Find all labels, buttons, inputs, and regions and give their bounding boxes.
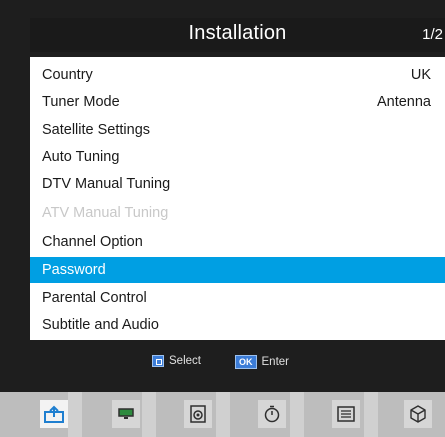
- menu-item-auto-tuning[interactable]: Auto Tuning: [30, 144, 445, 170]
- tv-menu-screen: Installation 1/2 Country UK Tuner Mode A…: [0, 0, 445, 437]
- menu-item-satellite-settings[interactable]: Satellite Settings: [30, 117, 445, 143]
- menu-item-label: Country: [42, 67, 93, 83]
- nav-divider: [364, 392, 378, 437]
- nav-divider: [290, 392, 304, 437]
- installation-icon: [44, 405, 64, 423]
- ok-key-icon: OK: [235, 355, 257, 369]
- page-indicator: 1/2: [422, 26, 443, 43]
- nav-divider: [68, 392, 82, 437]
- menu-item-label: ATV Manual Tuning: [42, 205, 169, 221]
- menu-item-label: Parental Control: [42, 290, 147, 306]
- enter-hint-label: Enter: [261, 356, 290, 368]
- tv-icon: [118, 408, 134, 419]
- nav-sound[interactable]: [184, 400, 212, 428]
- menu-item-label: Auto Tuning: [42, 149, 120, 165]
- menu-item-label: Subtitle and Audio: [42, 317, 159, 333]
- enter-hint: OK Enter: [235, 355, 289, 369]
- nav-timer[interactable]: [258, 400, 286, 428]
- nav-installation[interactable]: [40, 400, 68, 428]
- nav-apps[interactable]: [404, 400, 432, 428]
- speaker-icon: [190, 405, 206, 423]
- nav-picture[interactable]: [112, 400, 140, 428]
- menu-item-label: Satellite Settings: [42, 122, 151, 138]
- nav-options[interactable]: [332, 400, 360, 428]
- menu-item-country[interactable]: Country UK: [30, 62, 445, 88]
- nav-divider: [142, 392, 156, 437]
- menu-item-label: Tuner Mode: [42, 94, 120, 110]
- menu-item-value: UK: [410, 67, 431, 83]
- cube-icon: [410, 405, 426, 423]
- menu-item-tuner-mode[interactable]: Tuner Mode Antenna: [30, 89, 445, 115]
- timer-icon: [264, 405, 280, 423]
- menu-item-value: Antenna: [376, 94, 431, 110]
- menu-item-label: Channel Option: [42, 234, 143, 250]
- nav-divider: [216, 392, 230, 437]
- menu-item-password[interactable]: Password: [30, 257, 445, 283]
- menu-item-label: Password: [42, 262, 106, 278]
- menu-list: Country UK Tuner Mode Antenna Satellite …: [30, 57, 445, 340]
- navigation-key-icon: [152, 355, 164, 367]
- list-icon: [337, 406, 355, 422]
- key-hint-bar: Select OK Enter: [30, 346, 445, 376]
- menu-item-dtv-manual-tuning[interactable]: DTV Manual Tuning: [30, 171, 445, 197]
- menu-item-channel-option[interactable]: Channel Option: [30, 229, 445, 255]
- title-bar: Installation 1/2: [30, 18, 445, 52]
- menu-item-parental-control[interactable]: Parental Control: [30, 285, 445, 311]
- page-title: Installation: [188, 22, 287, 44]
- menu-item-atv-manual-tuning: ATV Manual Tuning: [30, 200, 445, 226]
- select-hint: Select: [152, 355, 201, 367]
- menu-item-label: DTV Manual Tuning: [42, 176, 171, 192]
- select-hint-label: Select: [169, 355, 201, 367]
- menu-item-subtitle-and-audio[interactable]: Subtitle and Audio: [30, 312, 445, 338]
- category-nav-bar: [0, 392, 445, 437]
